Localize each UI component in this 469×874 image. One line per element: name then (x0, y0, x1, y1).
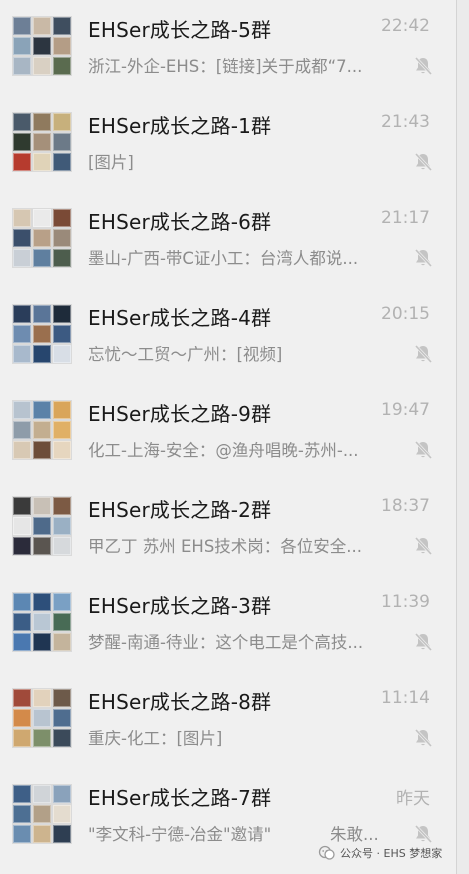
chat-time: 21:43 (381, 112, 430, 132)
chat-title: EHSer成长之路-5群 (88, 18, 272, 42)
chat-title: EHSer成长之路-1群 (88, 114, 272, 138)
mute-bell-icon (414, 56, 433, 76)
mute-bell-icon (414, 152, 433, 172)
chat-item[interactable]: EHSer成长之路-9群 19:47 化工-上海-安全：@渔舟唱晚-苏州-... (0, 384, 456, 480)
group-avatar (12, 784, 72, 844)
wechat-official-account-icon (318, 845, 335, 860)
chat-title: EHSer成长之路-4群 (88, 306, 272, 330)
chat-time: 22:42 (381, 16, 430, 36)
chat-time: 18:37 (381, 496, 430, 516)
mute-bell-icon (414, 536, 433, 556)
chat-item[interactable]: EHSer成长之路-3群 11:39 梦醒-南通-待业：这个电工是个高技... (0, 576, 456, 672)
chat-item[interactable]: EHSer成长之路-4群 20:15 忘忧～工贸～广州：[视频] (0, 288, 456, 384)
chat-item[interactable]: EHSer成长之路-1群 21:43 [图片] (0, 96, 456, 192)
chat-item[interactable]: EHSer成长之路-6群 21:17 墨山-广西-带C证小工：台湾人都说... (0, 192, 456, 288)
mute-bell-icon (414, 344, 433, 364)
group-avatar (12, 592, 72, 652)
watermark: 公众号 · EHS 梦想家 (318, 842, 442, 864)
chat-preview: 忘忧～工贸～广州：[视频] (88, 345, 283, 364)
group-avatar (12, 208, 72, 268)
mute-bell-icon (414, 440, 433, 460)
group-avatar (12, 688, 72, 748)
group-avatar (12, 304, 72, 364)
mute-bell-icon (414, 248, 433, 268)
chat-title: EHSer成长之路-6群 (88, 210, 272, 234)
chat-preview: 重庆-化工：[图片] (88, 729, 223, 748)
scrollbar[interactable] (456, 0, 469, 874)
group-avatar (12, 400, 72, 460)
chat-item[interactable]: EHSer成长之路-5群 22:42 浙江-外企-EHS：[链接]关于成都“7.… (0, 0, 456, 96)
chat-list: EHSer成长之路-5群 22:42 浙江-外企-EHS：[链接]关于成都“7.… (0, 0, 456, 874)
chat-title: EHSer成长之路-8群 (88, 690, 272, 714)
group-avatar (12, 16, 72, 76)
group-avatar (12, 112, 72, 172)
chat-preview: 墨山-广西-带C证小工：台湾人都说... (88, 249, 359, 268)
watermark-text: 公众号 · EHS 梦想家 (340, 847, 443, 860)
chat-time: 11:14 (381, 688, 430, 708)
chat-preview: 浙江-外企-EHS：[链接]关于成都“7... (88, 57, 363, 76)
mute-bell-icon (414, 632, 433, 652)
chat-preview: 化工-上海-安全：@渔舟唱晚-苏州-... (88, 441, 359, 460)
chat-title: EHSer成长之路-2群 (88, 498, 272, 522)
chat-time: 21:17 (381, 208, 430, 228)
chat-time: 20:15 (381, 304, 430, 324)
chat-preview: 梦醒-南通-待业：这个电工是个高技... (88, 633, 364, 652)
chat-item[interactable]: EHSer成长之路-8群 11:14 重庆-化工：[图片] (0, 672, 456, 768)
chat-title: EHSer成长之路-3群 (88, 594, 272, 618)
chat-item[interactable]: EHSer成长之路-2群 18:37 甲乙丁 苏州 EHS技术岗：各位安全... (0, 480, 456, 576)
chat-time: 11:39 (381, 592, 430, 612)
chat-preview: "李文科-宁德-冶金"邀请" (88, 825, 272, 844)
group-avatar (12, 496, 72, 556)
chat-preview: [图片] (88, 153, 134, 172)
chat-preview: 甲乙丁 苏州 EHS技术岗：各位安全... (88, 537, 363, 556)
chat-title: EHSer成长之路-7群 (88, 786, 272, 810)
chat-title: EHSer成长之路-9群 (88, 402, 272, 426)
mute-bell-icon (414, 728, 433, 748)
chat-time: 19:47 (381, 400, 430, 420)
chat-time: 昨天 (396, 789, 430, 809)
